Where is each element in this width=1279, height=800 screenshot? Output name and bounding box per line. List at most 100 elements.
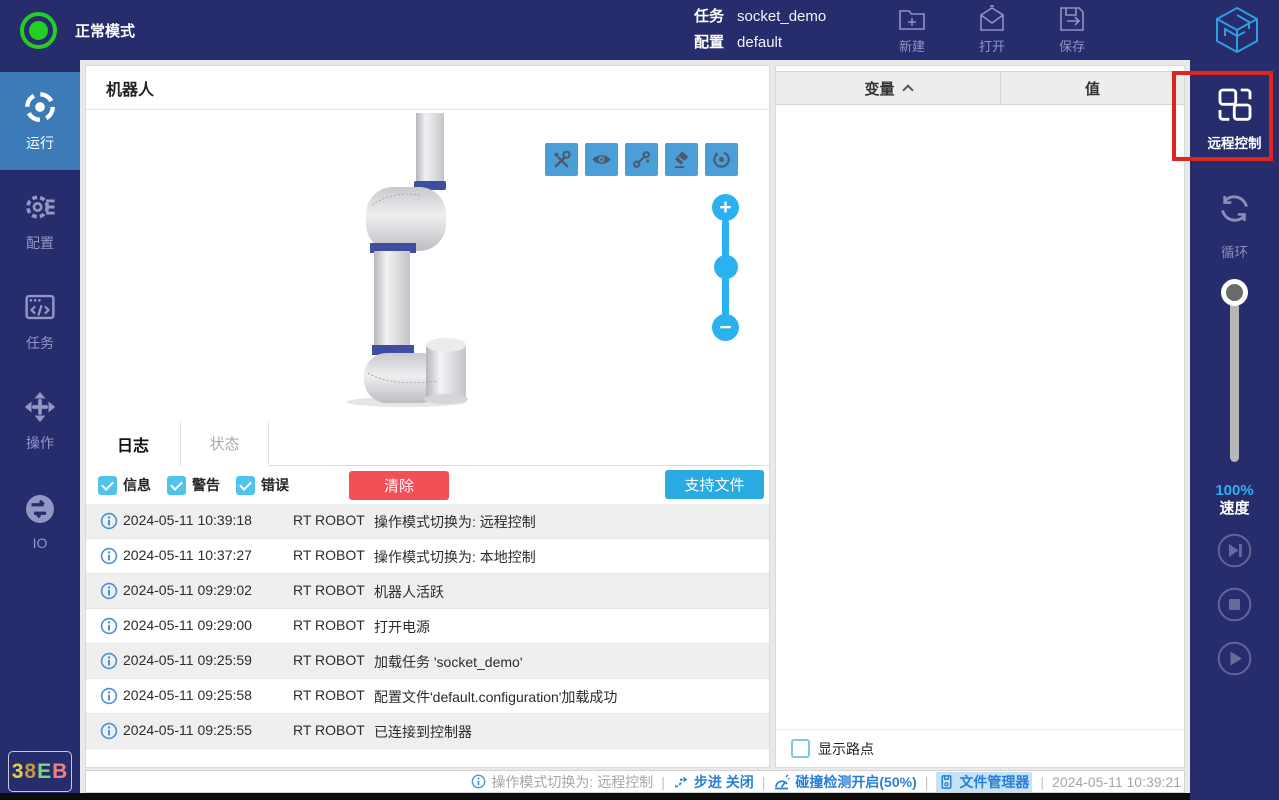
session-code-badge[interactable]: 38EB [8, 751, 72, 792]
zoom-out-button[interactable]: − [712, 314, 739, 341]
tab-log[interactable]: 日志 [86, 421, 181, 466]
io-swap-icon [23, 492, 57, 526]
filter-error-label: 错误 [261, 475, 289, 495]
info-checkbox[interactable] [98, 476, 117, 495]
sidebar-item-task[interactable]: 任务 [0, 272, 80, 370]
stop-button[interactable] [1217, 587, 1252, 622]
tools-button[interactable] [545, 143, 578, 176]
tab-status[interactable]: 状态 [181, 421, 269, 466]
sidebar-item-io-label: IO [33, 535, 48, 551]
step-forward-button[interactable] [1217, 533, 1252, 568]
filter-info[interactable]: 信息 [98, 475, 151, 495]
visibility-button[interactable] [585, 143, 618, 176]
config-label: 配置 [694, 32, 724, 53]
badge-char: E [37, 760, 52, 784]
separator: | [1040, 774, 1044, 790]
remote-control-button[interactable]: 远程控制 [1190, 85, 1279, 152]
new-folder-icon [896, 3, 928, 35]
log-time: 2024-05-11 09:29:00 [123, 617, 252, 633]
error-checkbox[interactable] [236, 476, 255, 495]
mode-label: 正常模式 [75, 20, 135, 41]
remote-control-icon [1215, 85, 1255, 125]
log-message: 已连接到控制器 [374, 722, 472, 742]
log-time: 2024-05-11 10:37:27 [123, 547, 252, 563]
new-task-button[interactable]: 新建 [880, 3, 944, 55]
file-actions: 新建 打开 保存 [880, 3, 1104, 55]
sidebar-item-io[interactable]: IO [0, 472, 80, 570]
zoom-slider-handle[interactable] [714, 255, 738, 279]
value-column-header[interactable]: 值 [1001, 72, 1184, 104]
sidebar-item-config[interactable]: 配置 [0, 172, 80, 270]
separator: | [925, 774, 929, 790]
filter-warning[interactable]: 警告 [167, 475, 220, 495]
support-file-button[interactable]: 支持文件 [665, 470, 764, 499]
log-message: 操作模式切换为: 远程控制 [374, 512, 536, 532]
show-waypoints-checkbox[interactable] [791, 739, 810, 758]
sidebar-item-run[interactable]: 运行 [0, 72, 80, 170]
badge-char: 8 [24, 760, 37, 784]
sidebar-item-operate[interactable]: 操作 [0, 372, 80, 470]
robot-panel-title: 机器人 [106, 76, 154, 100]
sort-asc-icon [902, 84, 913, 95]
variables-column-label: 变量 [864, 78, 894, 99]
speed-slider-handle[interactable] [1221, 279, 1248, 306]
info-icon [100, 547, 118, 565]
speed-display: 100% 速度 [1190, 482, 1279, 518]
config-value: default [737, 32, 782, 53]
log-row: 2024-05-11 09:25:58 RT ROBOT 配置文件'defaul… [86, 679, 769, 714]
info-icon [100, 617, 118, 635]
filter-error[interactable]: 错误 [236, 475, 289, 495]
filter-info-label: 信息 [123, 475, 151, 495]
view-toolbar [545, 143, 738, 176]
bottom-strip [0, 793, 1190, 800]
clear-log-button[interactable]: 清除 [349, 471, 449, 500]
open-folder-icon [976, 3, 1008, 35]
speed-percent: 100% [1190, 482, 1279, 500]
info-icon [100, 652, 118, 670]
log-source: RT ROBOT [293, 687, 365, 703]
robot-3d-view: + − [86, 111, 769, 421]
separator: | [661, 774, 665, 790]
variables-column-header[interactable]: 变量 [776, 72, 1001, 104]
warning-checkbox[interactable] [167, 476, 186, 495]
tools-icon [550, 148, 573, 171]
zoom-in-button[interactable]: + [712, 194, 739, 221]
log-source: RT ROBOT [293, 652, 365, 668]
rotate-view-button[interactable] [705, 143, 738, 176]
robot-status: 正常模式 [20, 0, 135, 60]
save-task-label: 保存 [1059, 36, 1085, 55]
topbar: 正常模式 任务 socket_demo 配置 default 新建 [0, 0, 1279, 60]
app-root: 正常模式 任务 socket_demo 配置 default 新建 [0, 0, 1279, 800]
log-row: 2024-05-11 09:29:00 RT ROBOT 打开电源 [86, 609, 769, 644]
new-task-label: 新建 [899, 36, 925, 55]
status-indicator-icon [20, 12, 57, 49]
save-task-button[interactable]: 保存 [1040, 3, 1104, 55]
log-message: 操作模式切换为: 本地控制 [374, 547, 536, 567]
collision-detection-toggle[interactable]: 碰撞检测开启(50%) [773, 772, 916, 792]
info-icon [471, 774, 486, 789]
log-row: 2024-05-11 10:37:27 RT ROBOT 操作模式切换为: 本地… [86, 539, 769, 574]
log-list: 2024-05-11 10:39:18 RT ROBOT 操作模式切换为: 远程… [86, 504, 769, 749]
open-task-button[interactable]: 打开 [960, 3, 1024, 55]
speed-slider-track[interactable] [1230, 292, 1239, 462]
log-row: 2024-05-11 10:39:18 RT ROBOT 操作模式切换为: 远程… [86, 504, 769, 539]
status-indicator-dot [29, 21, 48, 40]
waypoint-path-button[interactable] [625, 143, 658, 176]
brand-logo-icon [1212, 5, 1262, 55]
eraser-button[interactable] [665, 143, 698, 176]
loop-icon [1216, 190, 1253, 227]
step-mode-toggle[interactable]: 步进 关闭 [673, 772, 754, 792]
save-icon [1056, 3, 1088, 35]
log-row: 2024-05-11 09:25:55 RT ROBOT 已连接到控制器 [86, 714, 769, 749]
log-time: 2024-05-11 09:25:55 [123, 722, 252, 738]
play-button[interactable] [1217, 641, 1252, 676]
loop-button[interactable]: 循环 [1190, 190, 1279, 261]
file-manager-button[interactable]: 文件管理器 [936, 772, 1032, 792]
task-config-info: 任务 socket_demo 配置 default [694, 6, 826, 53]
log-time: 2024-05-11 09:29:02 [123, 582, 252, 598]
badge-char: 3 [12, 760, 25, 784]
log-time: 2024-05-11 10:39:18 [123, 512, 252, 528]
loop-label: 循环 [1221, 241, 1248, 261]
settings-gear-icon [23, 190, 57, 224]
robot-arm-model[interactable] [332, 113, 482, 413]
